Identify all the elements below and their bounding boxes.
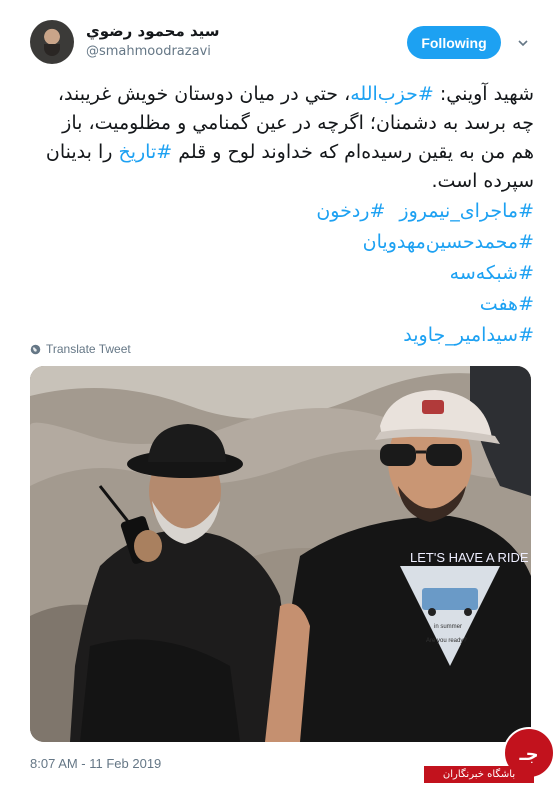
shirt-text: LET'S HAVE A RIDE [410,550,529,565]
tweet-text-segment: هم من به يقين رسيده‌ام كه خداوند لوح و ق… [172,141,534,163]
tweet-card: سيد محمود رضوي @smahmoodrazavi Following… [0,0,559,785]
globe-icon [30,344,41,354]
tweet-text-segment: ، حتي در ميان دوستان خويش غريبند، [57,83,351,105]
tweet-text: شهيد آويني: #حزب‌الله، حتي در ميان دوستا… [26,80,534,196]
tweet-timestamp[interactable]: 8:07 AM - 11 Feb 2019 [30,756,161,771]
tweet-photo[interactable]: LET'S HAVE A RIDE in summer Are you read… [30,366,531,742]
hashtag-link[interactable]: #محمدحسین‌مهدویان [26,227,534,258]
photo-illustration: LET'S HAVE A RIDE in summer Are you read… [30,366,531,742]
hashtag-link[interactable]: #ماجرای_نیمروز [399,200,534,222]
tweet-text-line: چه برسد به دشمنان؛ اگرچه در عين گمنامي و… [62,112,534,134]
shirt-subtext: in summer [434,624,462,630]
following-button[interactable]: Following [407,26,501,59]
hashtag-link[interactable]: #هفت [26,289,534,320]
avatar[interactable] [30,20,74,64]
tweet-text-segment: شهيد آويني: [433,83,534,105]
hashtag-link[interactable]: #ردخون [316,200,385,222]
chevron-down-icon[interactable] [516,36,530,50]
translate-tweet-link[interactable]: Translate Tweet [30,342,131,356]
display-name[interactable]: سيد محمود رضوي [86,22,306,40]
watermark-label: باشگاه خبرنگاران [424,766,534,783]
hashtag-link[interactable]: #تاريخ [118,141,172,163]
hashtag-link[interactable]: #شبکه‌سه [26,258,534,289]
tweet-text-line: سپرده است. [431,170,535,192]
handle[interactable]: @smahmoodrazavi [86,44,211,59]
watermark-glyph: جـ [518,744,538,765]
hashtag-link[interactable]: #حزب‌الله [350,83,434,105]
hashtag-list: #ماجرای_نیمروز #ردخون #محمدحسین‌مهدویان #… [26,196,534,351]
translate-label: Translate Tweet [46,342,131,356]
shirt-question: Are you ready? [426,638,467,644]
tweet-text-segment: را بدينان [45,141,119,163]
